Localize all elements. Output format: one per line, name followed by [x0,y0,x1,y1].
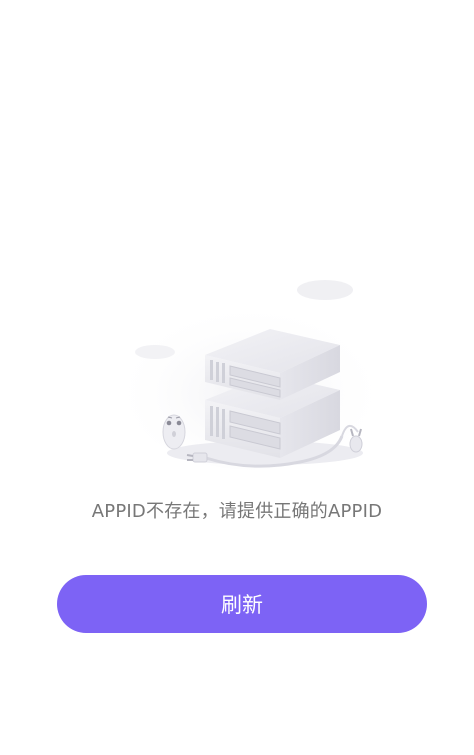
server-disconnected-icon [120,270,380,480]
error-message: APPID不存在，请提供正确的APPID [91,501,383,522]
refresh-button[interactable]: 刷新 [57,575,427,633]
error-page: APPID不存在，请提供正确的APPID 刷新 [0,0,474,755]
